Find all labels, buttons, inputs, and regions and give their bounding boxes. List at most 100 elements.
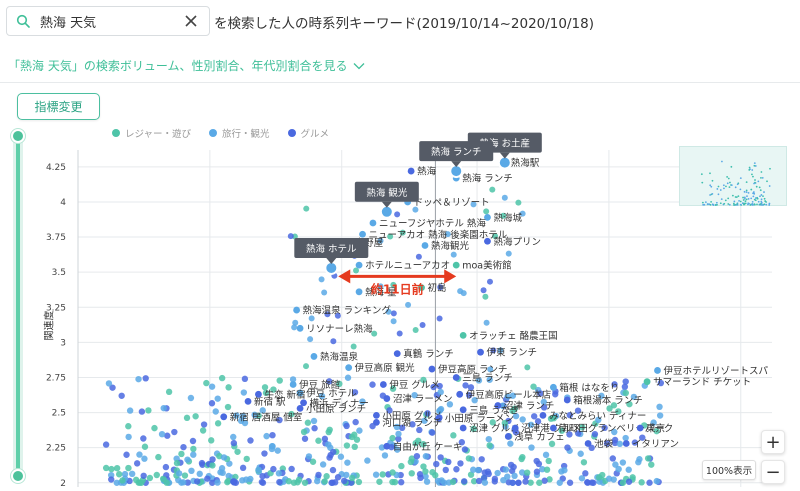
scatter-point bbox=[275, 470, 283, 477]
scatter-point bbox=[391, 478, 399, 486]
scatter-point bbox=[441, 479, 448, 486]
scatter-point bbox=[285, 478, 292, 485]
scatter-point bbox=[610, 476, 617, 483]
scatter-point bbox=[315, 437, 322, 444]
clear-search-icon[interactable] bbox=[181, 11, 201, 31]
chart-minimap[interactable] bbox=[679, 146, 787, 206]
scatter-point bbox=[315, 471, 322, 479]
y-tick-label: 2 bbox=[60, 479, 66, 489]
volume-details-link[interactable]: 「熱海 天気」の検索ボリューム、性別割合、年代別割合を見る bbox=[8, 57, 365, 74]
scatter-point bbox=[395, 430, 402, 438]
scatter-point bbox=[483, 208, 490, 215]
minimap-point bbox=[759, 203, 761, 206]
scatter-point bbox=[351, 443, 358, 451]
scatter-point bbox=[318, 276, 325, 283]
legend-dot bbox=[287, 129, 296, 137]
minimap-point bbox=[711, 192, 714, 195]
scatter-point bbox=[528, 444, 535, 451]
scatter-point bbox=[291, 324, 298, 331]
minimap-point bbox=[738, 200, 740, 202]
minimap-point bbox=[760, 200, 763, 203]
scatter-point bbox=[577, 450, 584, 457]
scatter-point bbox=[243, 476, 250, 483]
scatter-point bbox=[450, 432, 457, 439]
scatter-point bbox=[609, 455, 617, 462]
scatter-point bbox=[518, 455, 525, 463]
scatter-point bbox=[115, 471, 123, 478]
labeled-point bbox=[355, 261, 363, 269]
search-input[interactable]: 熱海 天気 bbox=[6, 6, 210, 36]
scatter-point bbox=[582, 470, 589, 477]
scatter-point bbox=[214, 479, 221, 486]
minimap-point bbox=[722, 184, 725, 187]
legend-item[interactable]: レジャー・遊び bbox=[112, 126, 191, 140]
labeled-point bbox=[452, 261, 460, 269]
scatter-point bbox=[355, 478, 363, 486]
scatter-point bbox=[478, 456, 485, 463]
scatter-point bbox=[142, 375, 149, 382]
scatter-point bbox=[491, 475, 499, 483]
scatter-point bbox=[612, 461, 619, 468]
scatter-point bbox=[204, 475, 211, 482]
scatter-point bbox=[398, 479, 405, 486]
point-label: オラッチェ 酪農王国 bbox=[469, 330, 558, 342]
minimap-point bbox=[739, 203, 742, 206]
minimap-point bbox=[748, 169, 751, 171]
point-label: 伊豆 グルメ bbox=[389, 379, 440, 391]
scatter-point bbox=[561, 467, 568, 474]
point-label: 新宿 駅 bbox=[254, 396, 286, 408]
minimap-point bbox=[745, 189, 748, 192]
y-tick-label: 4 bbox=[60, 198, 66, 208]
scatter-point bbox=[334, 474, 342, 481]
scatter-point bbox=[475, 477, 483, 485]
scatter-point bbox=[379, 471, 386, 478]
scatter-point bbox=[442, 466, 449, 474]
scatter-point bbox=[437, 454, 444, 461]
search-query: 熱海 天気 bbox=[40, 15, 97, 31]
minimap-point bbox=[748, 166, 751, 169]
scatter-point bbox=[509, 479, 516, 486]
scatter-point bbox=[138, 479, 145, 486]
scatter-point bbox=[304, 419, 312, 426]
minimap-point bbox=[727, 197, 730, 200]
divider bbox=[0, 82, 800, 83]
scatter-point bbox=[269, 443, 276, 450]
scatter-point bbox=[135, 375, 142, 383]
minimap-point bbox=[747, 197, 750, 200]
scatter-point bbox=[214, 395, 221, 402]
legend-item[interactable]: 旅行・観光 bbox=[209, 126, 270, 140]
scatter-point bbox=[625, 466, 632, 473]
point-label: 熱海プリン bbox=[493, 236, 541, 248]
scatter-point bbox=[457, 460, 464, 467]
scatter-point bbox=[505, 250, 512, 257]
y-tick-label: 2.25 bbox=[46, 444, 66, 454]
minimap-point bbox=[753, 182, 755, 185]
labeled-point bbox=[383, 442, 391, 450]
scatter-point bbox=[523, 469, 531, 476]
change-metric-button[interactable]: 指標変更 bbox=[17, 93, 100, 120]
minimap-point bbox=[723, 202, 726, 205]
reset-zoom-button[interactable]: 100%表示 bbox=[702, 460, 756, 480]
scatter-point bbox=[501, 194, 508, 201]
minimap-point bbox=[753, 192, 756, 195]
scatter-point bbox=[408, 470, 415, 477]
scatter-point bbox=[118, 392, 125, 399]
scatter-point bbox=[325, 428, 332, 436]
scatter-point bbox=[545, 457, 552, 465]
minimap-point bbox=[755, 185, 758, 188]
legend-item[interactable]: グルメ bbox=[287, 126, 329, 140]
scatter-point bbox=[220, 454, 228, 461]
labeled-point bbox=[355, 288, 363, 296]
minimap-point bbox=[753, 162, 756, 165]
scatter-point bbox=[460, 290, 467, 297]
scatter-point bbox=[155, 453, 162, 461]
legend-label: 旅行・観光 bbox=[222, 129, 270, 140]
y-tick-label: 3.75 bbox=[46, 233, 66, 243]
point-label: 沼津 ラーメン bbox=[393, 394, 453, 405]
zoom-out-button[interactable]: − bbox=[761, 460, 785, 484]
scatter-point bbox=[125, 423, 132, 430]
zoom-in-button[interactable]: + bbox=[761, 430, 785, 454]
scatter-point bbox=[173, 459, 181, 467]
point-label: 新宿 居酒屋 個室 bbox=[230, 411, 303, 423]
scatter-point bbox=[519, 416, 526, 423]
